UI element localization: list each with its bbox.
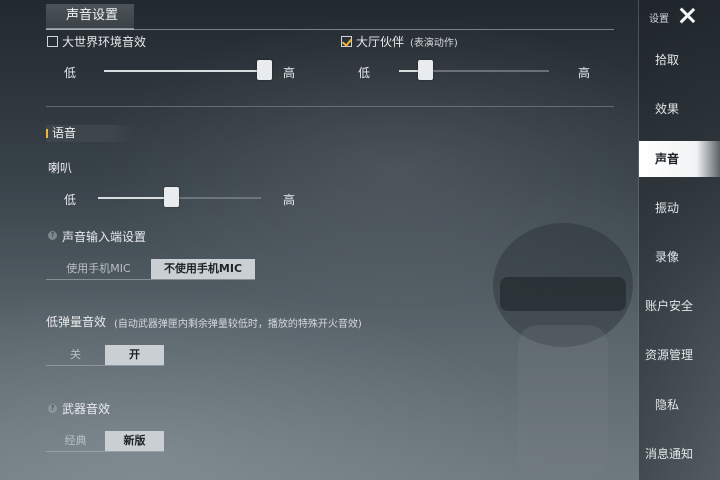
weapon-sound-title: 武器音效 bbox=[62, 402, 111, 416]
world-sound-high-label: 高 bbox=[283, 66, 296, 80]
mic-help-icon[interactable]: ? bbox=[48, 231, 57, 240]
lobby-partner-checkbox-box[interactable] bbox=[341, 35, 352, 47]
sidebar-item-account-security[interactable]: 账户安全 bbox=[639, 288, 720, 324]
sidebar-item-privacy[interactable]: 隐私 bbox=[639, 387, 720, 423]
sidebar-item-sound[interactable]: 声音 bbox=[639, 141, 720, 177]
low-ammo-option-off[interactable]: 关 bbox=[46, 345, 105, 365]
low-ammo-note: (自动武器弹匣内剩余弹量较低时，播放的特殊开火音效) bbox=[114, 319, 362, 330]
world-sound-checkbox[interactable]: 大世界环境音效 bbox=[47, 33, 146, 49]
sidebar-item-recording[interactable]: 录像 bbox=[639, 239, 720, 275]
lobby-partner-high-label: 高 bbox=[578, 66, 591, 80]
world-sound-low-label: 低 bbox=[64, 66, 77, 80]
lobby-partner-note: (表演动作) bbox=[410, 37, 458, 49]
weapon-sound-option-new[interactable]: 新版 bbox=[105, 431, 164, 451]
weapon-sound-option-classic[interactable]: 经典 bbox=[46, 431, 105, 451]
sidebar-item-notifications[interactable]: 消息通知 bbox=[639, 436, 720, 472]
section-underline bbox=[46, 29, 614, 30]
world-sound-slider-fill bbox=[104, 70, 264, 72]
world-sound-label: 大世界环境音效 bbox=[62, 34, 147, 49]
speaker-low-label: 低 bbox=[64, 193, 77, 207]
mic-input-toggle[interactable]: 使用手机MIC 不使用手机MIC bbox=[46, 259, 255, 280]
speaker-slider-fill bbox=[98, 197, 172, 199]
weapon-sound-help-icon[interactable]: ? bbox=[48, 404, 57, 413]
world-sound-checkbox-box[interactable] bbox=[47, 35, 58, 47]
lobby-partner-slider-thumb[interactable] bbox=[417, 60, 433, 80]
sidebar-item-resource-management[interactable]: 资源管理 bbox=[639, 337, 720, 373]
speaker-slider[interactable] bbox=[98, 187, 261, 207]
low-ammo-title: 低弹量音效 bbox=[46, 315, 107, 329]
sidebar-item-effects[interactable]: 效果 bbox=[639, 91, 720, 127]
settings-sidebar: 设置 拾取 效果 声音 振动 录像 账户安全 资源管理 隐私 消息通知 bbox=[638, 0, 720, 480]
sidebar-item-vibration[interactable]: 振动 bbox=[639, 190, 720, 226]
mic-input-title: 声音输入端设置 bbox=[62, 230, 147, 244]
lobby-partner-label: 大厅伙伴 bbox=[356, 34, 405, 49]
mic-option-use-phone-mic[interactable]: 使用手机MIC bbox=[46, 259, 151, 279]
mic-option-no-phone-mic[interactable]: 不使用手机MIC bbox=[151, 259, 255, 279]
close-icon[interactable] bbox=[675, 5, 699, 27]
speaker-label: 喇叭 bbox=[48, 161, 73, 175]
weapon-sound-toggle[interactable]: 经典 新版 bbox=[46, 431, 164, 452]
speaker-high-label: 高 bbox=[283, 193, 296, 207]
lobby-partner-checkbox[interactable]: 大厅伙伴 (表演动作) bbox=[341, 33, 458, 49]
speaker-slider-thumb[interactable] bbox=[164, 187, 180, 207]
low-ammo-toggle[interactable]: 关 开 bbox=[46, 345, 164, 366]
voice-section-header: 语音 bbox=[46, 125, 136, 142]
world-sound-slider-thumb[interactable] bbox=[256, 60, 272, 80]
sidebar-item-pickup[interactable]: 拾取 bbox=[639, 42, 720, 78]
section-tab-sound-settings: 声音设置 bbox=[46, 4, 134, 30]
world-sound-slider[interactable] bbox=[104, 60, 272, 80]
section-divider bbox=[46, 106, 614, 107]
lobby-partner-low-label: 低 bbox=[358, 66, 371, 80]
sound-settings-panel: 声音设置 大世界环境音效 低 高 大厅伙伴 (表演动作) 低 高 语音 喇叭 低… bbox=[0, 0, 636, 480]
low-ammo-option-on[interactable]: 开 bbox=[105, 345, 164, 365]
sidebar-title: 设置 bbox=[649, 14, 669, 25]
lobby-partner-slider[interactable] bbox=[399, 60, 549, 80]
